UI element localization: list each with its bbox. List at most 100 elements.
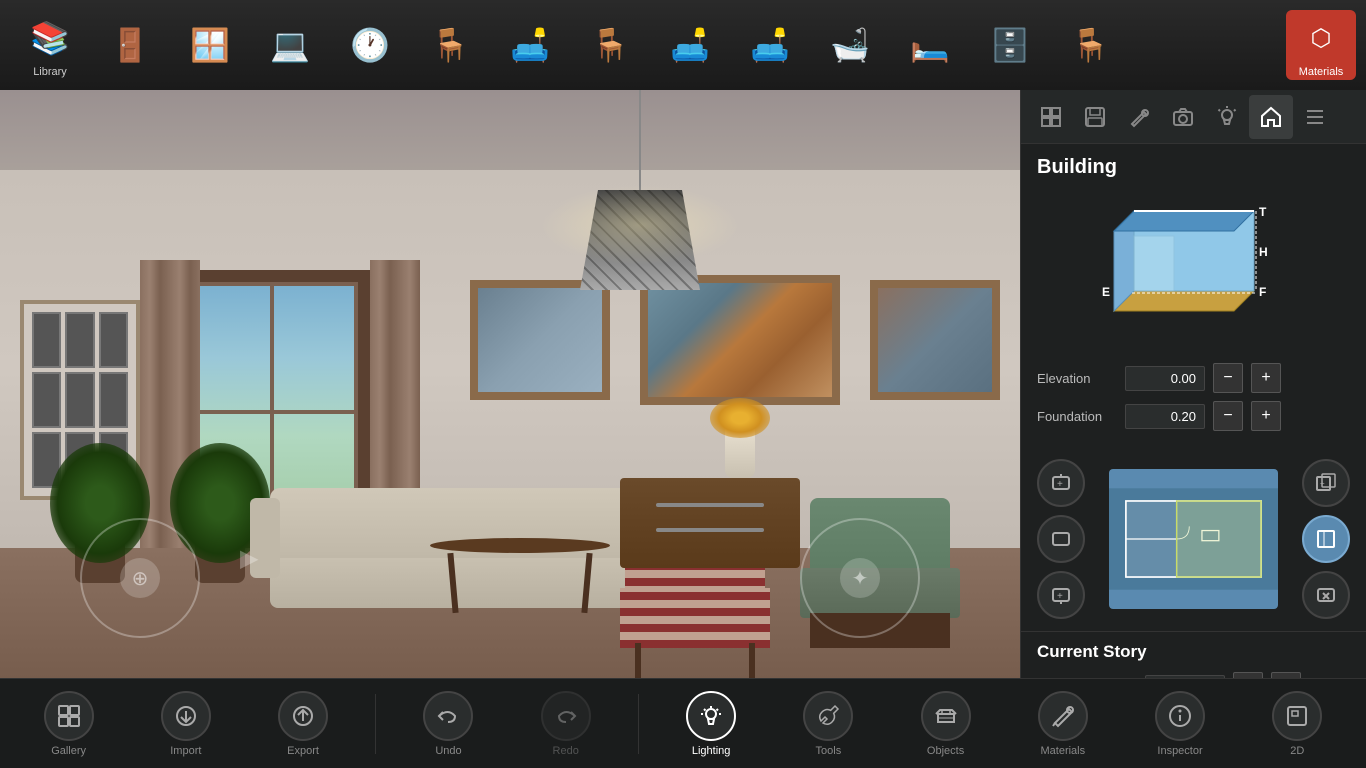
joystick-right[interactable]: ✦ [800,518,920,638]
tab-save[interactable] [1073,95,1117,139]
artwork-1 [470,280,610,400]
dresser-handle-2 [656,528,764,532]
2d-icon [1272,691,1322,741]
bottom-gallery[interactable]: Gallery [24,684,114,764]
lighting-icon-svg [699,704,723,728]
foundation-decrease-button[interactable]: − [1213,401,1243,431]
joystick-left-center[interactable]: ⊕ [120,558,160,598]
toolbar-bed[interactable]: 🛏️ [890,5,970,85]
bottom-export[interactable]: Export [258,684,348,764]
blueprint-preview[interactable] [1109,469,1278,609]
chair3-icon: 🪑 [1064,19,1116,71]
elevation-label: Elevation [1037,371,1117,386]
bottom-objects[interactable]: Objects [901,684,991,764]
foundation-input[interactable] [1125,404,1205,429]
toolbar-chair3[interactable]: 🪑 [1050,5,1130,85]
toolbar-sofa2[interactable]: 🛋️ [730,5,810,85]
elevation-increase-button[interactable]: + [1251,363,1281,393]
house-diagram-svg: T H E F [1094,201,1294,341]
toolbar-laptop[interactable]: 💻 [250,5,330,85]
add-story-below-button[interactable]: + [1037,571,1085,619]
export-icon [278,691,328,741]
toolbar-door[interactable]: 🚪 [90,5,170,85]
tab-home[interactable] [1249,95,1293,139]
viewport[interactable]: ⊕ ▶ ✦ [0,90,1020,768]
camera-icon [1172,106,1194,128]
bed-icon: 🛏️ [904,19,956,71]
bottom-2d[interactable]: 2D [1252,684,1342,764]
foundation-row: Foundation − + [1037,401,1350,431]
objects-label: Objects [927,745,964,757]
bottom-lighting[interactable]: Lighting [666,684,756,764]
room-scene: ⊕ ▶ ✦ [0,90,1020,768]
sofa1-icon: 🛋️ [664,19,716,71]
joystick-left[interactable]: ⊕ [80,518,200,638]
add-story-above-icon: + [1050,472,1072,494]
edit-layout-button[interactable] [1302,515,1350,563]
copy-story-button[interactable]: + [1302,459,1350,507]
tab-light[interactable] [1205,95,1249,139]
joystick-right-center[interactable]: ✦ [840,558,880,598]
label-E: E [1102,285,1110,299]
elevation-decrease-button[interactable]: − [1213,363,1243,393]
toolbar-tub[interactable]: 🛁 [810,5,890,85]
tab-list[interactable] [1293,95,1337,139]
bottom-inspector[interactable]: Inspector [1135,684,1225,764]
toolbar-materials[interactable]: ⬡ Materials [1286,10,1356,80]
coffee-table-leg-2 [581,553,592,613]
flowers [710,398,770,438]
edit-layout-icon [1315,528,1337,550]
laptop-icon: 💻 [264,19,316,71]
armchair1-icon: 🛋️ [504,19,556,71]
building-title: Building [1037,156,1350,179]
gallery-label: Gallery [51,745,86,757]
sofa2-icon: 🛋️ [744,19,796,71]
dresser-handle-1 [656,503,764,507]
bottom-redo[interactable]: Redo [521,684,611,764]
tab-select[interactable] [1029,95,1073,139]
redo-icon [541,691,591,741]
divider-2 [638,694,639,754]
elevation-row: Elevation − + [1037,363,1350,393]
materials-label: Materials [1299,66,1344,78]
dresser-icon: 🗄️ [984,19,1036,71]
clock-icon: 🕐 [344,19,396,71]
divider-1 [375,694,376,754]
home-icon [1260,106,1282,128]
bottom-tools[interactable]: Tools [783,684,873,764]
elevation-input[interactable] [1125,366,1205,391]
toolbar-chair2[interactable]: 🪑 [570,5,650,85]
toolbar-clock[interactable]: 🕐 [330,5,410,85]
foundation-increase-button[interactable]: + [1251,401,1281,431]
toolbar-library[interactable]: 📚 Library [10,5,90,85]
export-label: Export [287,745,319,757]
coffee-table [420,538,620,628]
delete-story-button[interactable] [1302,571,1350,619]
tab-paint[interactable] [1117,95,1161,139]
bottom-materials[interactable]: Materials [1018,684,1108,764]
toolbar-chair1[interactable]: 🪑 [410,5,490,85]
toolbar-dresser[interactable]: 🗄️ [970,5,1050,85]
materials-icon: ⬡ [1295,12,1347,64]
select-story-button[interactable] [1037,515,1085,563]
chair1-icon: 🪑 [424,19,476,71]
bottom-undo[interactable]: Undo [403,684,493,764]
light-icon [1216,106,1238,128]
toolbar-armchair1[interactable]: 🛋️ [490,5,570,85]
import-label: Import [170,745,201,757]
top-toolbar: 📚 Library 🚪 🪟 💻 🕐 🪑 🛋️ 🪑 🛋️ 🛋️ 🛁 🛏️ 🗄️ 🪑 [0,0,1366,90]
dresser [620,478,800,568]
lamp-cord [639,90,641,190]
door-icon: 🚪 [104,19,156,71]
toolbar-sofa1[interactable]: 🛋️ [650,5,730,85]
tools-icon-svg [816,704,840,728]
nav-arrow-right[interactable]: ▶ [240,544,258,573]
add-story-above-button[interactable]: + [1037,459,1085,507]
objects-icon-svg [934,704,958,728]
striped-chair-seat [620,588,770,648]
toolbar-window[interactable]: 🪟 [170,5,250,85]
bottom-import[interactable]: Import [141,684,231,764]
tab-camera[interactable] [1161,95,1205,139]
materials-bottom-icon-svg [1051,704,1075,728]
export-icon-svg [291,704,315,728]
